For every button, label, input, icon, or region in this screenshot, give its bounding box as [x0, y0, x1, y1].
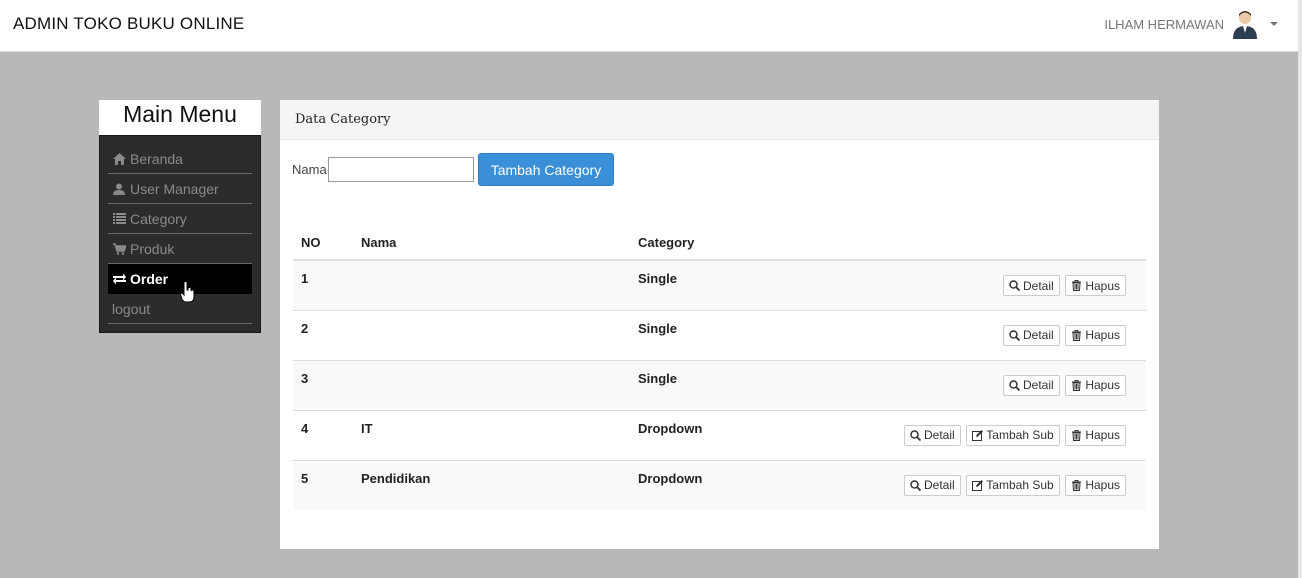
- detail-button[interactable]: Detail: [903, 474, 961, 496]
- edit-icon: [972, 429, 984, 441]
- detail-button[interactable]: Detail: [903, 424, 961, 446]
- button-label: Tambah Sub: [986, 478, 1054, 492]
- delete-button[interactable]: Hapus: [1065, 474, 1126, 496]
- button-label: Hapus: [1085, 278, 1120, 293]
- delete-button[interactable]: Hapus: [1065, 324, 1126, 346]
- hand-cursor-icon: [180, 281, 195, 303]
- add-category-button[interactable]: Tambah Category: [477, 153, 615, 186]
- header-category: Category: [630, 226, 830, 261]
- button-label: Detail: [923, 428, 955, 442]
- cell-nama: [353, 359, 630, 410]
- cell-no: 4: [293, 409, 353, 460]
- user-menu[interactable]: ILHAM HERMAWAN: [1104, 8, 1278, 40]
- category-table: NO Nama Category 1 Single Detail Hapus 2…: [293, 226, 1146, 510]
- sidebar-item-label: logout: [112, 300, 151, 317]
- button-label: Hapus: [1085, 428, 1120, 442]
- chevron-down-icon[interactable]: [1270, 22, 1278, 26]
- header-nama: Nama: [353, 226, 630, 261]
- cell-no: 1: [293, 259, 353, 310]
- edit-icon: [972, 479, 984, 491]
- add-sub-button[interactable]: Tambah Sub: [966, 474, 1060, 496]
- cell-nama: IT: [353, 409, 630, 460]
- home-icon: [112, 152, 126, 166]
- button-label: Detail: [923, 478, 955, 492]
- cell-category: Single: [630, 359, 830, 410]
- row-actions: Detail Hapus: [830, 359, 1146, 410]
- button-label: Hapus: [1085, 328, 1120, 342]
- trash-icon: [1072, 479, 1082, 491]
- detail-button[interactable]: Detail: [1003, 275, 1060, 296]
- detail-button[interactable]: Detail: [1003, 324, 1060, 346]
- search-icon: [1009, 280, 1020, 291]
- transfer-icon: [112, 272, 126, 286]
- cell-nama: [353, 259, 630, 310]
- name-label: Nama: [292, 162, 327, 177]
- user-name[interactable]: ILHAM HERMAWAN: [1104, 17, 1224, 32]
- table-row: 4 IT Dropdown Detail Tambah Sub Hapus: [293, 409, 1146, 460]
- trash-icon: [1072, 329, 1082, 341]
- delete-button[interactable]: Hapus: [1065, 374, 1126, 396]
- sidebar-item-user-manager[interactable]: User Manager: [108, 174, 252, 204]
- sidebar-item-label: Beranda: [130, 150, 183, 167]
- detail-button[interactable]: Detail: [1003, 374, 1060, 396]
- sidebar-item-beranda[interactable]: Beranda: [108, 144, 252, 174]
- button-label: Detail: [1023, 278, 1054, 293]
- search-icon: [910, 429, 921, 441]
- sidebar-item-label: User Manager: [130, 180, 219, 197]
- row-actions: Detail Hapus: [830, 259, 1146, 310]
- cell-category: Single: [630, 259, 830, 310]
- button-label: Hapus: [1085, 378, 1120, 392]
- button-label: Hapus: [1085, 478, 1120, 492]
- trash-icon: [1072, 280, 1082, 291]
- sidebar-item-category[interactable]: Category: [108, 204, 252, 234]
- cart-icon: [112, 242, 126, 256]
- user-icon: [112, 182, 126, 196]
- cell-no: 2: [293, 309, 353, 360]
- header-no: NO: [293, 226, 353, 261]
- button-label: Detail: [1023, 378, 1054, 392]
- row-actions: Detail Tambah Sub Hapus: [830, 459, 1146, 510]
- table-row: 5 Pendidikan Dropdown Detail Tambah Sub …: [293, 459, 1146, 510]
- cell-nama: [353, 309, 630, 360]
- add-sub-button[interactable]: Tambah Sub: [966, 424, 1060, 446]
- data-category-panel: Data Category Nama Tambah Category NO Na…: [280, 100, 1159, 549]
- trash-icon: [1072, 429, 1082, 441]
- table-header-row: NO Nama Category: [293, 226, 1146, 261]
- table-row: 3 Single Detail Hapus: [293, 359, 1146, 410]
- app-brand[interactable]: ADMIN TOKO BUKU ONLINE: [13, 14, 244, 34]
- button-label: Tambah Sub: [986, 428, 1054, 442]
- header-actions: [830, 226, 1146, 261]
- search-icon: [1009, 379, 1020, 391]
- cell-category: Dropdown: [630, 459, 830, 510]
- sidebar-item-label: Produk: [130, 240, 175, 257]
- avatar[interactable]: [1230, 9, 1260, 39]
- main-menu-title: Main Menu: [99, 100, 261, 135]
- table-row: 1 Single Detail Hapus: [293, 259, 1146, 310]
- trash-icon: [1072, 379, 1082, 391]
- sidebar-item-label: Order: [130, 271, 169, 287]
- delete-button[interactable]: Hapus: [1065, 275, 1126, 296]
- cell-nama: Pendidikan: [353, 459, 630, 510]
- cell-no: 5: [293, 459, 353, 510]
- cell-category: Single: [630, 309, 830, 360]
- sidebar-item-produk[interactable]: Produk: [108, 234, 252, 264]
- sidebar-item-label: Category: [130, 210, 187, 227]
- cell-category: Dropdown: [630, 409, 830, 460]
- search-icon: [1009, 329, 1020, 341]
- cell-no: 3: [293, 359, 353, 410]
- row-actions: Detail Hapus: [830, 309, 1146, 360]
- search-icon: [910, 479, 921, 491]
- scrollbar[interactable]: [1298, 0, 1302, 578]
- name-input[interactable]: [327, 157, 474, 182]
- delete-button[interactable]: Hapus: [1065, 424, 1126, 446]
- table-row: 2 Single Detail Hapus: [293, 309, 1146, 360]
- button-label: Detail: [1023, 328, 1054, 342]
- top-navbar: ADMIN TOKO BUKU ONLINE ILHAM HERMAWAN: [0, 0, 1298, 52]
- panel-title: Data Category: [280, 100, 1159, 140]
- list-icon: [112, 212, 126, 226]
- sidebar-menu: Beranda User Manager Category Produk Ord…: [99, 135, 261, 333]
- add-category-form: Nama Tambah Category: [292, 153, 615, 186]
- row-actions: Detail Tambah Sub Hapus: [830, 409, 1146, 460]
